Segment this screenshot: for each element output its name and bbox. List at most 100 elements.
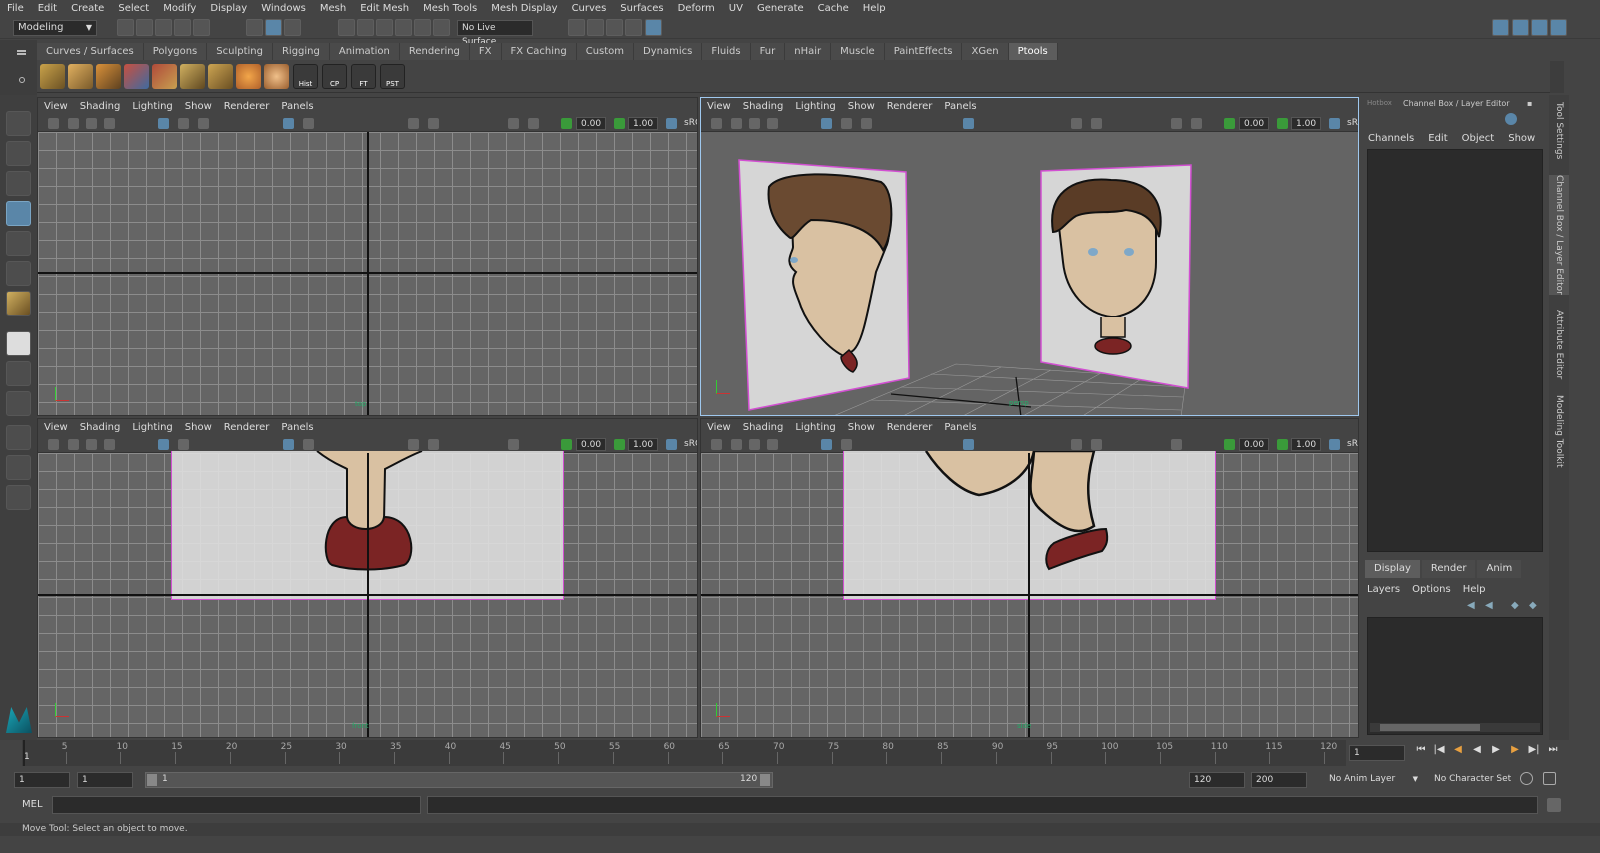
- tab-attribute-editor[interactable]: Attribute Editor: [1549, 305, 1569, 385]
- grid-toggle-icon[interactable]: [104, 439, 115, 450]
- shelf-tab-fur[interactable]: Fur: [750, 43, 786, 60]
- lasso-tool-icon[interactable]: [6, 141, 31, 166]
- menu-lighting[interactable]: Lighting: [126, 101, 178, 112]
- shadows-icon[interactable]: [1071, 118, 1082, 129]
- menu-panels[interactable]: Panels: [275, 101, 319, 112]
- gamma-icon[interactable]: [1277, 118, 1288, 129]
- channel-menu-show[interactable]: Show: [1501, 133, 1542, 144]
- exposure-field[interactable]: 0.00: [576, 438, 606, 451]
- viewport-top[interactable]: View Shading Lighting Show Renderer Pane…: [37, 97, 698, 416]
- select-tool-icon[interactable]: [6, 111, 31, 136]
- menu-shading[interactable]: Shading: [737, 422, 790, 433]
- paste-icon[interactable]: PST: [380, 64, 405, 89]
- menu-panels[interactable]: Panels: [938, 101, 982, 112]
- rotate-tool-icon[interactable]: [6, 231, 31, 256]
- shelf-tab-dynamics[interactable]: Dynamics: [634, 43, 703, 60]
- move-tool-icon[interactable]: [6, 201, 31, 226]
- shelf-tab-nhair[interactable]: nHair: [785, 43, 832, 60]
- isolate-icon[interactable]: [283, 439, 294, 450]
- layer-tab-display[interactable]: Display: [1365, 560, 1420, 578]
- render-current-frame-icon[interactable]: [568, 19, 585, 36]
- snap-view-plane-icon[interactable]: [395, 19, 412, 36]
- menu-view[interactable]: View: [701, 422, 737, 433]
- ipr-render-icon[interactable]: [587, 19, 604, 36]
- smooth-shade-icon[interactable]: [178, 439, 189, 450]
- shelf-scroll[interactable]: [1550, 61, 1564, 93]
- xray-icon[interactable]: [303, 439, 314, 450]
- image-plane-icon[interactable]: [749, 118, 760, 129]
- viewport-persp[interactable]: View Shading Lighting Show Renderer Pane…: [700, 97, 1359, 416]
- channel-menu-edit[interactable]: Edit: [1421, 133, 1454, 144]
- menu-deform[interactable]: Deform: [671, 3, 722, 14]
- shelf-tab-sculpting[interactable]: Sculpting: [207, 43, 273, 60]
- image-plane-icon[interactable]: [86, 439, 97, 450]
- step-forward-key-icon[interactable]: ▶|: [1528, 744, 1540, 756]
- snap-curve-icon[interactable]: [357, 19, 374, 36]
- command-language-label[interactable]: MEL: [22, 799, 43, 810]
- shelf-tab-rendering[interactable]: Rendering: [399, 43, 470, 60]
- menu-display[interactable]: Display: [203, 3, 254, 14]
- two-pane-layout-icon[interactable]: [6, 391, 31, 416]
- image-plane-icon[interactable]: [86, 118, 97, 129]
- sphere-tool-icon[interactable]: [236, 64, 261, 89]
- menu-create[interactable]: Create: [64, 3, 111, 14]
- layer-list[interactable]: [1367, 617, 1543, 735]
- camera-icon[interactable]: [48, 118, 59, 129]
- ambient-occlusion-icon[interactable]: [1091, 439, 1102, 450]
- viewport-side[interactable]: View Shading Lighting Show Renderer Pane…: [700, 418, 1359, 738]
- menu-cache[interactable]: Cache: [811, 3, 856, 14]
- menu-lighting[interactable]: Lighting: [789, 101, 841, 112]
- shelf-tab-polygons[interactable]: Polygons: [143, 43, 208, 60]
- play-forwards-icon[interactable]: ▶: [1490, 744, 1502, 756]
- snap-point-icon[interactable]: [376, 19, 393, 36]
- shelf-tab-custom[interactable]: Custom: [576, 43, 635, 60]
- hypershade-layout-icon[interactable]: [6, 485, 31, 510]
- color-management-icon[interactable]: [1329, 439, 1340, 450]
- gamma-icon[interactable]: [614, 118, 625, 129]
- scatter-points-icon[interactable]: [180, 64, 205, 89]
- film-gate-icon[interactable]: [1191, 118, 1202, 129]
- gamma-field[interactable]: 1.00: [1291, 117, 1321, 130]
- shadows-icon[interactable]: [408, 118, 419, 129]
- checker-uv-icon[interactable]: [124, 64, 149, 89]
- shadows-icon[interactable]: [408, 439, 419, 450]
- layer-list-scrollbar[interactable]: [1370, 723, 1540, 732]
- menu-show[interactable]: Show: [842, 101, 881, 112]
- freeze-transform-icon[interactable]: FT: [351, 64, 376, 89]
- auto-key-icon[interactable]: [1520, 772, 1533, 785]
- tab-modeling-toolkit[interactable]: Modeling Toolkit: [1549, 391, 1569, 471]
- menu-lighting[interactable]: Lighting: [126, 422, 178, 433]
- current-frame-field[interactable]: 1: [1349, 745, 1405, 761]
- menu-renderer[interactable]: Renderer: [218, 101, 276, 112]
- menu-renderer[interactable]: Renderer: [881, 101, 939, 112]
- shelf-tab-ptools[interactable]: Ptools: [1008, 43, 1058, 60]
- shelf-settings-icon[interactable]: [19, 77, 25, 83]
- select-by-component-icon[interactable]: [284, 19, 301, 36]
- channel-menu-object[interactable]: Object: [1455, 133, 1502, 144]
- bookmark-icon[interactable]: [68, 439, 79, 450]
- move-layer-down-icon[interactable]: ◆: [1529, 600, 1541, 611]
- menu-windows[interactable]: Windows: [254, 3, 313, 14]
- gamma-icon[interactable]: [614, 439, 625, 450]
- camera-icon[interactable]: [711, 439, 722, 450]
- wireframe-icon[interactable]: [158, 439, 169, 450]
- ambient-occlusion-icon[interactable]: [428, 118, 439, 129]
- viewport-front[interactable]: View Shading Lighting Show Renderer Pane…: [37, 418, 698, 738]
- shelf-tab-rigging[interactable]: Rigging: [272, 43, 330, 60]
- range-end-handle[interactable]: [760, 774, 770, 786]
- live-surface-field[interactable]: No Live Surface: [457, 20, 533, 47]
- layer-menu-options[interactable]: Options: [1406, 584, 1457, 595]
- smooth-shade-icon[interactable]: [841, 439, 852, 450]
- attribute-editor-toggle-icon[interactable]: [1531, 19, 1548, 36]
- resolution-gate-icon[interactable]: [508, 118, 519, 129]
- textured-icon[interactable]: [861, 118, 872, 129]
- anim-preferences-icon[interactable]: [1543, 772, 1556, 785]
- undo-icon[interactable]: [174, 19, 191, 36]
- grid-toggle-icon[interactable]: [104, 118, 115, 129]
- step-back-key-icon[interactable]: |◀: [1433, 744, 1445, 756]
- resolution-gate-icon[interactable]: [508, 439, 519, 450]
- start-time-field[interactable]: 1: [14, 772, 70, 788]
- menu-shading[interactable]: Shading: [74, 422, 127, 433]
- xray-icon[interactable]: [303, 118, 314, 129]
- bookmark-icon[interactable]: [731, 439, 742, 450]
